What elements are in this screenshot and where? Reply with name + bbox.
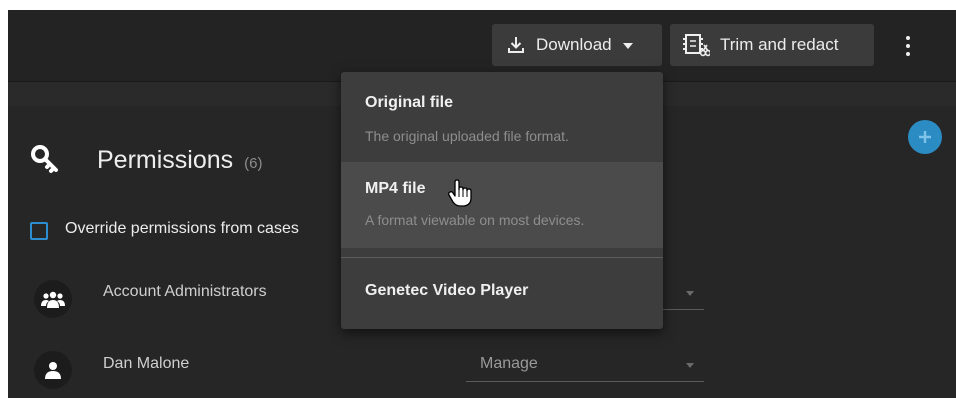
group-icon (41, 291, 65, 308)
caret-down-icon (622, 35, 634, 55)
user-name-dan-malone: Dan Malone (103, 355, 190, 372)
group-avatar (34, 280, 72, 318)
add-permission-button[interactable] (908, 120, 942, 154)
download-label: Download (536, 35, 612, 54)
user-name-account-administrators: Account Administrators (103, 283, 267, 300)
permissions-title: Permissions (97, 146, 234, 174)
download-icon (506, 35, 526, 55)
trim-and-redact-button[interactable]: Trim and redact (670, 24, 874, 66)
menu-item-description: A format viewable on most devices. (365, 212, 585, 228)
user-avatar (34, 351, 72, 389)
permissions-count: (6) (244, 155, 263, 172)
permissions-heading: Permissions (6) (97, 146, 262, 175)
kebab-dot (906, 36, 910, 40)
menu-item-genetec-video-player[interactable]: Genetec Video Player (341, 258, 663, 328)
role-value: Manage (480, 355, 538, 372)
override-permissions-label[interactable]: Override permissions from cases (65, 220, 299, 238)
override-permissions-checkbox[interactable] (30, 222, 48, 240)
kebab-dot (906, 44, 910, 48)
app-frame: Download Trim and redact Permissions (6)… (8, 10, 956, 398)
menu-item-title: MP4 file (365, 180, 426, 197)
key-icon (30, 144, 60, 179)
menu-item-title: Genetec Video Player (365, 282, 529, 299)
menu-item-original-file[interactable]: Original file The original uploaded file… (341, 72, 663, 162)
more-vertical-icon[interactable] (898, 32, 918, 60)
plus-icon (919, 131, 931, 143)
kebab-dot (906, 52, 910, 56)
select-arrow-icon (686, 291, 694, 296)
role-select-dan-malone[interactable]: Manage (466, 350, 704, 382)
user-icon (45, 362, 61, 379)
menu-item-mp4-file[interactable]: MP4 file A format viewable on most devic… (341, 162, 663, 248)
hand-pointer-icon (448, 178, 472, 213)
select-arrow-icon (686, 363, 694, 368)
menu-item-description: The original uploaded file format. (365, 128, 569, 144)
trim-and-redact-label: Trim and redact (720, 35, 839, 54)
download-button[interactable]: Download (492, 24, 662, 66)
download-menu: Original file The original uploaded file… (341, 72, 663, 329)
film-scissors-icon (682, 33, 710, 57)
menu-item-title: Original file (365, 94, 454, 111)
